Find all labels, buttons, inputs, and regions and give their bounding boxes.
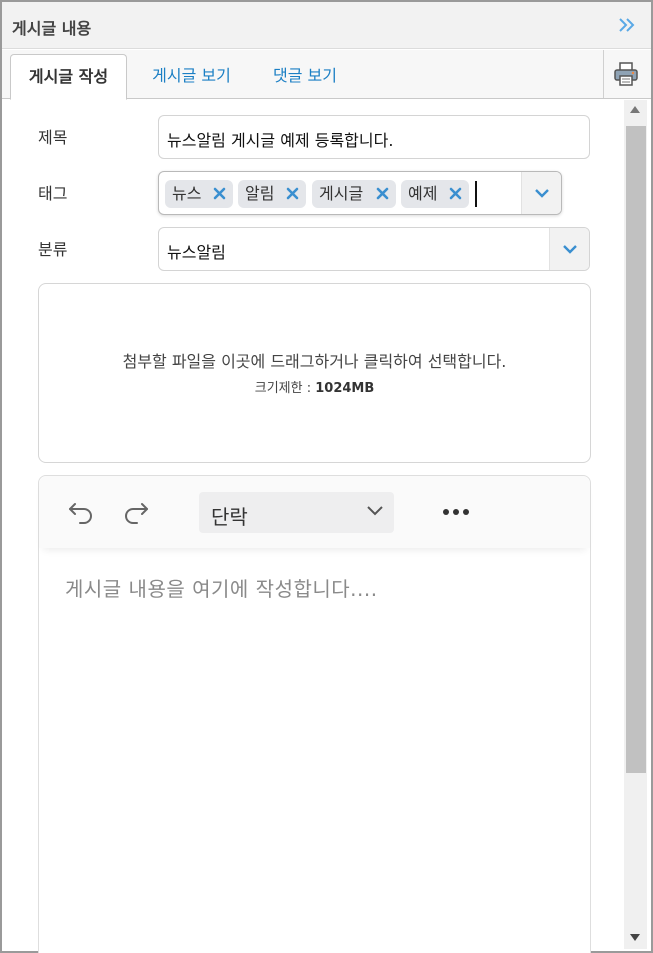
tag-chip-label: 게시글 bbox=[319, 184, 364, 203]
undo-icon[interactable] bbox=[67, 498, 95, 526]
size-limit-label: 크기제한 : bbox=[254, 381, 316, 396]
category-label: 분류 bbox=[38, 240, 68, 259]
size-limit: 크기제한 : 1024MB bbox=[39, 377, 590, 396]
chevron-down-icon bbox=[534, 189, 549, 198]
tag-chip: 게시글 bbox=[312, 180, 396, 208]
file-dropzone[interactable]: 첨부할 파일을 이곳에 드래그하거나 클릭하여 선택합니다. 크기제한 : 10… bbox=[38, 283, 591, 463]
scroll-up-icon[interactable] bbox=[630, 106, 640, 113]
tag-label: 태그 bbox=[38, 184, 68, 203]
tag-chip: 알림 bbox=[238, 180, 306, 208]
remove-tag-icon[interactable] bbox=[213, 187, 226, 200]
tag-input[interactable]: 뉴스 알림 게시글 예제 bbox=[158, 171, 562, 215]
remove-tag-icon[interactable] bbox=[376, 187, 389, 200]
tag-chip-label: 예제 bbox=[408, 184, 438, 203]
editor-toolbar: 단락 bbox=[39, 476, 590, 548]
category-select-value: 뉴스알림 bbox=[167, 243, 226, 262]
category-select[interactable]: 뉴스알림 bbox=[158, 227, 590, 271]
rich-text-editor: 단락 게시글 내용을 여기에 작성합니다.... bbox=[38, 475, 591, 953]
dropzone-hint: 첨부할 파일을 이곳에 드래그하거나 클릭하여 선택합니다. bbox=[122, 352, 507, 371]
scroll-down-icon[interactable] bbox=[630, 934, 640, 941]
title-label: 제목 bbox=[38, 128, 68, 147]
remove-tag-icon[interactable] bbox=[449, 187, 462, 200]
print-button[interactable] bbox=[603, 50, 647, 98]
panel-title: 게시글 내용 bbox=[12, 19, 92, 38]
chevron-down-icon bbox=[562, 245, 577, 254]
remove-tag-icon[interactable] bbox=[286, 187, 299, 200]
tag-chip: 예제 bbox=[401, 180, 469, 208]
post-content-panel: 게시글 내용 게시글 작성 게시글 보기 댓글 보기 제목 뉴스알림 게시글 예… bbox=[0, 0, 653, 953]
tab-write-post[interactable]: 게시글 작성 bbox=[10, 54, 127, 100]
category-dropdown-button[interactable] bbox=[549, 228, 589, 270]
tab-bar: 게시글 작성 게시글 보기 댓글 보기 bbox=[2, 50, 651, 100]
tag-dropdown-button[interactable] bbox=[521, 172, 561, 214]
tag-chip-label: 알림 bbox=[245, 184, 275, 203]
redo-icon[interactable] bbox=[122, 498, 150, 526]
editor-placeholder[interactable]: 게시글 내용을 여기에 작성합니다.... bbox=[65, 573, 378, 602]
chevron-down-icon bbox=[367, 506, 383, 516]
vertical-scrollbar[interactable] bbox=[624, 100, 647, 949]
printer-icon bbox=[613, 62, 638, 86]
double-chevron-right-icon[interactable] bbox=[617, 15, 637, 35]
block-format-select[interactable]: 단락 bbox=[199, 492, 394, 533]
title-input-value: 뉴스알림 게시글 예제 등록합니다. bbox=[167, 131, 394, 150]
tab-view-post[interactable]: 게시글 보기 bbox=[134, 54, 249, 100]
text-caret bbox=[475, 181, 477, 207]
tag-chip-label: 뉴스 bbox=[172, 184, 202, 203]
tab-view-comments[interactable]: 댓글 보기 bbox=[255, 54, 355, 100]
panel-header: 게시글 내용 bbox=[2, 2, 651, 49]
more-options-icon[interactable] bbox=[439, 498, 473, 526]
block-format-value: 단락 bbox=[211, 505, 248, 529]
title-input[interactable]: 뉴스알림 게시글 예제 등록합니다. bbox=[158, 115, 590, 159]
scroll-thumb[interactable] bbox=[626, 126, 646, 773]
size-limit-value: 1024MB bbox=[315, 381, 375, 396]
tag-chip: 뉴스 bbox=[165, 180, 233, 208]
